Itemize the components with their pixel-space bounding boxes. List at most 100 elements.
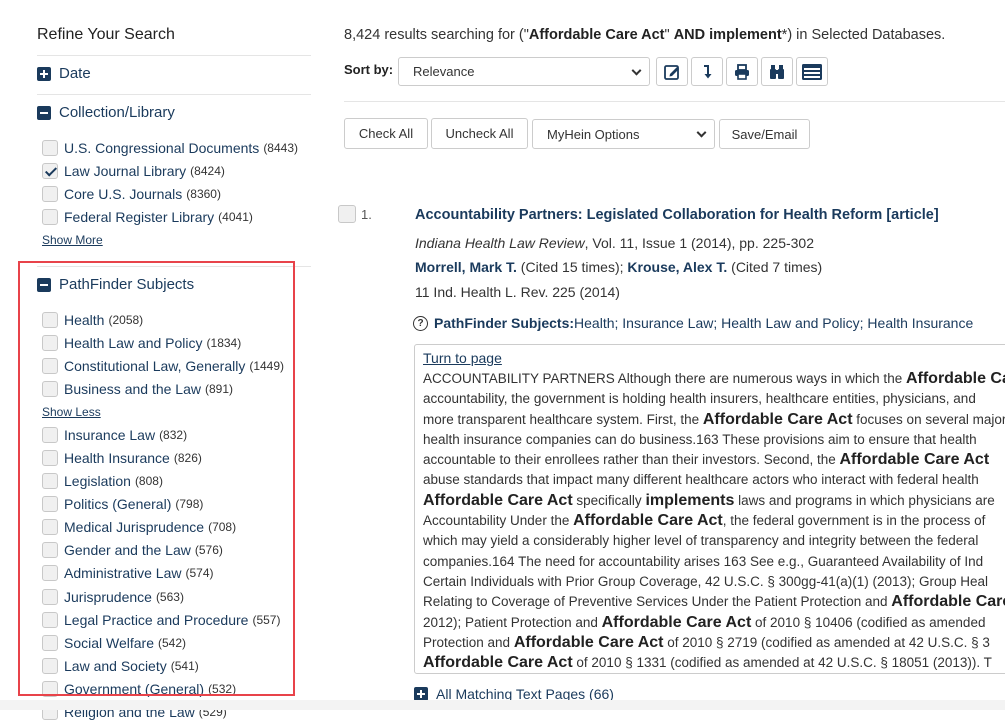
show-more-link[interactable]: Show More xyxy=(42,228,298,251)
search-term-highlight: Affordable Care Act xyxy=(513,633,664,651)
checkbox[interactable] xyxy=(42,426,58,443)
checkbox[interactable] xyxy=(42,588,58,605)
facet-option[interactable]: Medical Jurisprudence (708) xyxy=(42,516,284,539)
facet-option-label[interactable]: U.S. Congressional Documents xyxy=(64,140,259,156)
checkbox[interactable] xyxy=(42,334,58,351)
snippet-line: ACCOUNTABILITY PARTNERS Although there a… xyxy=(423,369,1005,389)
snippet-line: Protection and Affordable Care Act of 20… xyxy=(423,633,1005,653)
facet-option[interactable]: Health (2058) xyxy=(42,308,284,331)
facet-option-label[interactable]: Gender and the Law xyxy=(64,542,191,558)
facet-option-label[interactable]: Administrative Law xyxy=(64,565,182,581)
facet-option-label[interactable]: Business and the Law xyxy=(64,381,201,397)
checkbox[interactable] xyxy=(42,380,58,397)
sort-select[interactable]: Relevance xyxy=(398,57,650,86)
checkbox[interactable] xyxy=(42,496,58,513)
facet-option-label[interactable]: Health Law and Policy xyxy=(64,335,203,351)
uncheck-all-button[interactable]: Uncheck All xyxy=(431,118,528,149)
search-term-highlight: Affordable Care Act xyxy=(839,451,990,469)
facet-option-label[interactable]: Government (General) xyxy=(64,681,204,697)
checkbox[interactable] xyxy=(42,634,58,651)
checkbox[interactable] xyxy=(42,208,58,225)
facet-option[interactable]: Core U.S. Journals (8360) xyxy=(42,182,298,205)
facet-option[interactable]: Health Law and Policy (1834) xyxy=(42,331,284,354)
facet-option[interactable]: Jurisprudence (563) xyxy=(42,585,284,608)
checkbox[interactable] xyxy=(42,611,58,628)
list-view-button[interactable] xyxy=(796,57,828,86)
facet-option[interactable]: Health Insurance (826) xyxy=(42,446,284,469)
facet-collection-toggle[interactable]: Collection/Library xyxy=(37,104,175,121)
result-checkbox[interactable] xyxy=(338,205,356,223)
facet-option[interactable]: Legal Practice and Procedure (557) xyxy=(42,608,284,631)
facet-option[interactable]: Gender and the Law (576) xyxy=(42,539,284,562)
facet-option-label[interactable]: Core U.S. Journals xyxy=(64,186,182,202)
help-question-icon[interactable]: ? xyxy=(413,315,428,331)
snippet-line: which may yield a considerably higher le… xyxy=(423,531,1005,551)
result-title-link[interactable]: Accountability Partners: Legislated Coll… xyxy=(415,207,939,223)
facet-option-count: (8424) xyxy=(190,163,225,178)
checkbox[interactable] xyxy=(42,519,58,536)
facet-collection-label: Collection/Library xyxy=(59,104,175,121)
checkbox[interactable] xyxy=(42,473,58,490)
facet-option-count: (2058) xyxy=(108,312,144,327)
facet-option-label[interactable]: Insurance Law xyxy=(64,427,155,443)
print-button[interactable] xyxy=(726,57,758,86)
turn-to-page-link[interactable]: Turn to page xyxy=(423,350,1005,369)
checkbox[interactable] xyxy=(42,657,58,674)
facet-option-label[interactable]: Social Welfare xyxy=(64,635,154,651)
checkbox[interactable] xyxy=(42,357,58,374)
checkbox[interactable] xyxy=(42,311,58,328)
author-link[interactable]: Morrell, Mark T. xyxy=(415,259,517,275)
facet-option[interactable]: Politics (General) (798) xyxy=(42,493,284,516)
snippet-line: 2012); Patient Protection and Affordable… xyxy=(423,613,1005,633)
checkbox[interactable] xyxy=(42,185,58,202)
facet-option-label[interactable]: Law Journal Library xyxy=(64,163,186,179)
snippet-text: Relating to Coverage of Preventive Servi… xyxy=(423,594,892,610)
facet-option-label[interactable]: Law and Society xyxy=(64,658,167,674)
snippet-text: which may yield a considerably higher le… xyxy=(423,533,979,549)
checkbox[interactable] xyxy=(42,139,58,156)
facet-option[interactable]: Government (General) (532) xyxy=(42,677,284,700)
checkbox[interactable] xyxy=(42,450,58,467)
facet-option[interactable]: Business and the Law (891) xyxy=(42,377,284,400)
myhein-options-select[interactable]: MyHein Options xyxy=(532,119,715,149)
facet-option-count: (8443) xyxy=(263,140,298,155)
author-link[interactable]: Krouse, Alex T. xyxy=(627,259,727,275)
checkbox[interactable] xyxy=(42,680,58,697)
download-button[interactable] xyxy=(691,57,723,86)
checkbox[interactable] xyxy=(42,542,58,559)
facet-option-label[interactable]: Legislation xyxy=(64,473,131,489)
facet-option[interactable]: Law Journal Library (8424) xyxy=(42,159,298,182)
facet-option-count: (574) xyxy=(185,566,214,581)
save-email-button[interactable]: Save/Email xyxy=(719,119,810,149)
facet-option[interactable]: Legislation (808) xyxy=(42,470,284,493)
checkbox-checked[interactable] xyxy=(42,162,58,179)
snippet-text: of 2010 § 10406 (codified as amended xyxy=(751,614,986,630)
snippet-line: Affordable Care Act of 2010 § 1331 (codi… xyxy=(423,653,1005,673)
facet-option[interactable]: Insurance Law (832) xyxy=(42,423,284,446)
find-button[interactable] xyxy=(761,57,793,86)
facet-option-label[interactable]: Health xyxy=(64,312,104,328)
facet-option[interactable]: Social Welfare (542) xyxy=(42,631,284,654)
facet-option-label[interactable]: Federal Register Library xyxy=(64,209,214,225)
facet-option[interactable]: Federal Register Library (4041) xyxy=(42,205,298,228)
facet-option[interactable]: Administrative Law (574) xyxy=(42,562,284,585)
show-less-link[interactable]: Show Less xyxy=(42,400,284,423)
facet-option-label[interactable]: Politics (General) xyxy=(64,496,171,512)
snippet-text: companies.164 The need for accountabilit… xyxy=(423,553,984,569)
facet-option[interactable]: U.S. Congressional Documents (8443) xyxy=(42,136,298,159)
facet-option-label[interactable]: Legal Practice and Procedure xyxy=(64,612,248,628)
facet-option[interactable]: Law and Society (541) xyxy=(42,654,284,677)
facet-pathfinder-toggle[interactable]: PathFinder Subjects xyxy=(37,276,194,293)
facet-date-toggle[interactable]: Date xyxy=(37,65,91,82)
check-all-button[interactable]: Check All xyxy=(344,118,428,149)
checkbox[interactable] xyxy=(42,565,58,582)
print-icon xyxy=(735,63,749,80)
edit-search-button[interactable] xyxy=(656,57,688,86)
facet-option-label[interactable]: Medical Jurisprudence xyxy=(64,519,204,535)
facet-option-label[interactable]: Constitutional Law, Generally xyxy=(64,358,245,374)
facet-option-label[interactable]: Jurisprudence xyxy=(64,589,152,605)
facet-option[interactable]: Constitutional Law, Generally (1449) xyxy=(42,354,284,377)
chevron-down-icon xyxy=(696,127,707,138)
facet-option-count: (891) xyxy=(204,381,233,396)
facet-option-label[interactable]: Health Insurance xyxy=(64,450,170,466)
